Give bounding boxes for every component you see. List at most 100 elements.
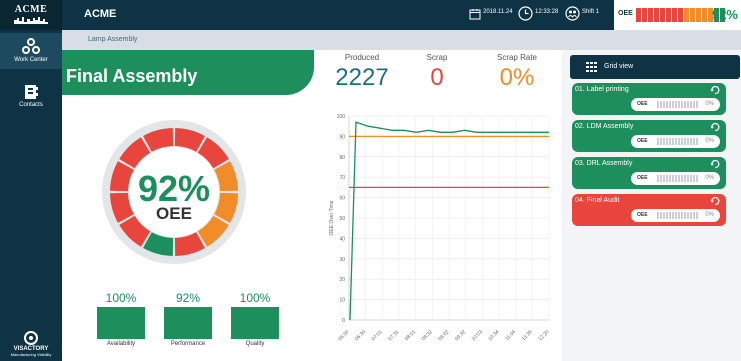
stat-scrap-rate: Scrap Rate 0%	[487, 53, 547, 92]
stat-value: 0	[430, 64, 444, 91]
sidebar-item-contacts[interactable]: Contacts	[0, 82, 62, 116]
breadcrumb-link[interactable]: Lamp Assembly	[88, 36, 137, 43]
contacts-icon	[25, 85, 38, 99]
oee-bar-segment	[654, 8, 659, 22]
station-oee-bar-segment	[687, 212, 689, 219]
stat-label: Produced	[344, 53, 380, 62]
station-oee-bar-segment	[696, 212, 698, 219]
station-oee-bar-segment	[675, 212, 677, 219]
app-title: ACME	[84, 8, 117, 20]
y-tick-label: 40	[339, 236, 345, 242]
station-oee-bar-segment	[681, 175, 683, 182]
station-oee-label: OEE	[637, 101, 648, 107]
station-oee-bar-segment	[693, 212, 695, 219]
grid-view-label: Grid view	[604, 63, 634, 70]
station-oee-bar-segment	[663, 175, 665, 182]
stat-scrap: Scrap 0	[412, 53, 462, 92]
stat-value: 2227	[335, 64, 389, 91]
station-oee-bar-segment	[684, 138, 686, 145]
topbar: ACME 2018.11.24 12:33:28 Shift 1 OEE 92%	[62, 0, 741, 30]
station-oee-bar-segment	[678, 212, 680, 219]
refresh-icon[interactable]	[710, 122, 720, 132]
station-oee-bar-segment	[675, 101, 677, 108]
station-oee-bar-segment	[690, 101, 692, 108]
station-card[interactable]: 02. LDM Assembly OEE 0%	[572, 120, 726, 152]
station-card[interactable]: 03. DRL Assembly OEE 0%	[572, 157, 726, 189]
station-oee-bar-segment	[681, 138, 683, 145]
x-tick-label: 10:34	[487, 329, 500, 342]
oee-bar-segment	[678, 8, 683, 22]
station-oee-bar-segment	[666, 138, 668, 145]
calendar-icon	[469, 9, 481, 20]
station-oee-bar-segment	[675, 175, 677, 182]
gears-icon	[22, 38, 40, 54]
clock-icon	[518, 6, 533, 21]
oee-bar-segment	[684, 8, 689, 22]
station-oee-bar-segment	[660, 101, 662, 108]
station-oee-label: OEE	[637, 175, 648, 181]
station-oee-bar-segment	[672, 101, 674, 108]
y-tick-label: 50	[339, 216, 345, 222]
station-oee-bar-segment	[681, 212, 683, 219]
station-oee-pill: OEE 0%	[631, 135, 720, 148]
oee-bar-segment	[660, 8, 665, 22]
refresh-icon[interactable]	[710, 85, 720, 95]
kpi-label: Quality	[245, 341, 265, 347]
station-oee-bar-segment	[684, 101, 686, 108]
station-oee-label: OEE	[637, 212, 648, 218]
x-tick-label: 07:31	[387, 329, 400, 342]
station-oee-bar-segment	[672, 212, 674, 219]
oee-over-time-chart: 0 10 20 30 40 50 60 70 80 90 100 06:00 06:30 07:01 07:…	[329, 114, 551, 342]
station-oee-bar-segment	[690, 212, 692, 219]
sidebar-item-work-center[interactable]: Work Center	[0, 33, 62, 69]
refresh-icon[interactable]	[710, 196, 720, 206]
station-oee-bar-segment	[669, 175, 671, 182]
acme-logo: ACME	[0, 0, 62, 30]
station-oee-bar-segment	[663, 212, 665, 219]
stat-label: Scrap	[426, 53, 448, 62]
grid-view-header[interactable]: Grid view	[570, 55, 740, 79]
x-tick-label: 07:01	[371, 329, 384, 342]
oee-summary: OEE 92%	[614, 0, 741, 30]
shift-text: Shift 1	[582, 9, 600, 15]
x-tick-label: 09:02	[437, 329, 450, 342]
x-tick-label: 08:32	[421, 329, 434, 342]
x-tick-label: 11:04	[504, 329, 517, 342]
station-oee-bar-segment	[681, 101, 683, 108]
y-tick-label: 80	[339, 155, 345, 161]
station-oee-bar-segment	[663, 101, 665, 108]
visactory-logo: VISACTORY Manufacturing Visibility	[0, 331, 62, 357]
refresh-icon[interactable]	[710, 159, 720, 169]
station-oee-bar-segment	[693, 138, 695, 145]
station-card[interactable]: 01. Label printing OEE 0%	[572, 83, 726, 115]
skyline-icon	[14, 17, 48, 24]
station-oee-bar-segment	[657, 101, 659, 108]
station-name: 01. Label printing	[575, 86, 629, 93]
station-oee-bar-segment	[696, 138, 698, 145]
station-oee-bar-segment	[684, 175, 686, 182]
kpi-bar	[231, 307, 279, 339]
station-oee-bar-segment	[687, 138, 689, 145]
station-oee-bar-segment	[657, 175, 659, 182]
station-oee-value: 0%	[705, 101, 714, 107]
grid-icon	[586, 62, 597, 72]
x-tick-label: 12:20	[537, 329, 550, 342]
station-oee-bar-segment	[696, 101, 698, 108]
oee-bar-segment	[642, 8, 647, 22]
kpi-quality: 100% Quality	[231, 291, 279, 347]
station-oee-bar-segment	[693, 175, 695, 182]
breadcrumb: Lamp Assembly	[62, 30, 741, 50]
station-oee-bars	[657, 175, 698, 182]
station-oee-bar-segment	[693, 101, 695, 108]
station-oee-bar-segment	[690, 138, 692, 145]
oee-bar-segment	[636, 8, 641, 22]
station-oee-value: 0%	[705, 175, 714, 181]
kpi-availability: 100% Availability	[97, 291, 145, 347]
stat-value: 0%	[499, 64, 535, 91]
x-tick-label: 08:01	[404, 329, 417, 342]
oee-bar-segment	[666, 8, 671, 22]
kpi-bar	[97, 307, 145, 339]
station-oee-bar-segment	[684, 212, 686, 219]
station-card[interactable]: 04. Final Audit OEE 0%	[572, 194, 726, 226]
station-oee-bar-segment	[672, 175, 674, 182]
